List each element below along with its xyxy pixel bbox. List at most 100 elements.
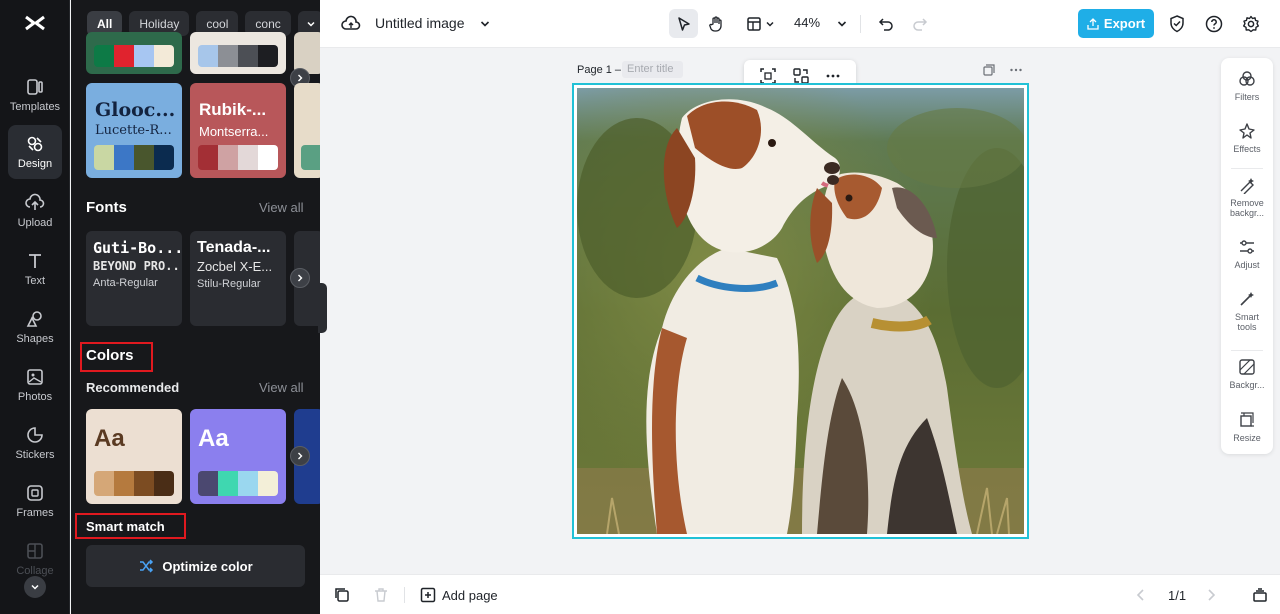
palette-swatches: [198, 471, 278, 496]
cloud-icon: [341, 15, 361, 30]
undo-icon: [878, 18, 893, 31]
chevron-right-icon: [298, 452, 303, 460]
shield-icon: [1170, 15, 1184, 33]
layout-icon: [746, 17, 761, 31]
fonts-view-all-link[interactable]: View all: [259, 200, 304, 215]
palette-card[interactable]: Aa: [190, 409, 286, 504]
previous-page-icon[interactable]: [1135, 588, 1147, 602]
theme-card-partial[interactable]: [190, 32, 286, 74]
palette-swatches: [94, 471, 174, 496]
fonts-heading: Fonts: [86, 199, 127, 216]
zoom-dropdown-button[interactable]: [829, 11, 855, 37]
theme-card[interactable]: Rubik-... Montserra...: [190, 83, 286, 178]
tool-resize[interactable]: Resize: [1221, 411, 1273, 443]
rail-templates[interactable]: Templates: [8, 68, 62, 122]
title-dropdown-button[interactable]: [472, 11, 498, 37]
font-card[interactable]: Tenada-... Zocbel X-E... Stilu-Regular: [190, 231, 286, 326]
export-button[interactable]: Export: [1078, 9, 1154, 38]
tool-background[interactable]: Backgr...: [1221, 358, 1273, 390]
tool-effects[interactable]: Effects: [1221, 122, 1273, 154]
hand-tool-button[interactable]: [704, 11, 730, 37]
font-line-1: Guti-Bo...: [93, 239, 182, 257]
undo-button[interactable]: [873, 11, 899, 37]
magic-eraser-icon: [1240, 178, 1254, 194]
tool-remove-background[interactable]: Remove backgr...: [1221, 176, 1273, 218]
theme-swatches: [198, 145, 278, 170]
settings-button[interactable]: [1238, 11, 1264, 37]
cloud-save-button[interactable]: [338, 11, 364, 37]
tools-divider: [1231, 168, 1263, 169]
theme-card[interactable]: Glooc... Lucette-R...: [86, 83, 182, 178]
export-label: Export: [1103, 16, 1146, 31]
chevron-down-icon: [480, 21, 490, 27]
tool-adjust[interactable]: Adjust: [1221, 238, 1273, 270]
add-page-button[interactable]: Add page: [420, 587, 498, 603]
gear-icon: [1243, 15, 1259, 33]
cursor-icon: [677, 16, 690, 31]
font-line-2: Zocbel X-E...: [197, 259, 273, 274]
rail-label: Stickers: [15, 449, 55, 461]
design-icon: [27, 136, 43, 152]
toolbar-divider: [860, 15, 861, 33]
delete-page-icon[interactable]: [373, 587, 389, 603]
duplicate-page-icon[interactable]: [982, 63, 996, 77]
page-title-input[interactable]: Enter title: [622, 61, 683, 78]
document-title[interactable]: Untitled image: [375, 15, 465, 31]
bottom-divider: [404, 587, 405, 603]
theme-card-partial[interactable]: [294, 83, 320, 178]
page-more-icon[interactable]: [1009, 63, 1023, 77]
theme-card-partial[interactable]: [86, 32, 182, 74]
shield-button[interactable]: [1164, 11, 1190, 37]
dogs-illustration: [577, 88, 1024, 534]
rail-text[interactable]: Text: [8, 242, 62, 296]
capcut-logo[interactable]: [22, 10, 48, 36]
font-card[interactable]: Guti-Bo... BEYOND PRO... Anta-Regular: [86, 231, 182, 326]
tool-label: Backgr...: [1229, 380, 1265, 390]
tool-smart-tools[interactable]: Smart tools: [1221, 290, 1273, 332]
rail-frames[interactable]: Frames: [8, 474, 62, 528]
left-rail: Templates Design Upload Text Shapes Phot…: [0, 0, 70, 614]
font-line-3: Stilu-Regular: [197, 278, 261, 290]
tool-label: Smart tools: [1234, 312, 1259, 332]
page-manager-icon[interactable]: [1252, 587, 1268, 603]
replace-icon[interactable]: [792, 67, 810, 85]
rail-upload[interactable]: Upload: [8, 184, 62, 238]
more-options-icon[interactable]: [825, 68, 841, 84]
rail-label: Upload: [17, 217, 53, 229]
select-tool-button[interactable]: [669, 9, 698, 38]
background-icon: [1239, 359, 1255, 375]
adjust-icon: [1240, 240, 1254, 254]
help-button[interactable]: [1201, 11, 1227, 37]
bottom-bar: Add page 1/1: [320, 574, 1280, 614]
rail-label: Frames: [16, 507, 54, 519]
copy-page-icon[interactable]: [334, 587, 350, 603]
rail-stickers[interactable]: Stickers: [8, 416, 62, 470]
next-page-icon[interactable]: [1205, 588, 1217, 602]
theme-title: Glooc...: [95, 99, 176, 121]
redo-button[interactable]: [907, 11, 933, 37]
dogs-photo[interactable]: [577, 88, 1024, 534]
colors-view-all-link[interactable]: View all: [259, 380, 304, 395]
rail-more-button[interactable]: [24, 576, 46, 598]
templates-icon: [27, 79, 43, 95]
tool-filters[interactable]: Filters: [1221, 70, 1273, 102]
export-icon: [1087, 17, 1099, 30]
optimize-color-label: Optimize color: [162, 558, 253, 574]
tools-divider: [1231, 350, 1263, 351]
panel-collapse-handle[interactable]: [318, 283, 327, 333]
selected-image-frame[interactable]: [572, 83, 1029, 539]
rail-shapes[interactable]: Shapes: [8, 300, 62, 354]
colors-next-button[interactable]: [290, 446, 310, 466]
optimize-color-button[interactable]: Optimize color: [86, 545, 305, 587]
palette-card[interactable]: Aa: [86, 409, 182, 504]
zoom-level[interactable]: 44%: [794, 15, 820, 30]
layout-dropdown-button[interactable]: [740, 11, 780, 37]
rail-photos[interactable]: Photos: [8, 358, 62, 412]
design-panel: All Holiday cool conc Glooc... Lucette-R…: [71, 0, 320, 614]
theme-subtitle: Lucette-R...: [95, 123, 172, 138]
rail-design[interactable]: Design: [8, 125, 62, 179]
page-counter: 1/1: [1168, 588, 1187, 603]
select-area-icon[interactable]: [759, 67, 777, 85]
fonts-next-button[interactable]: [290, 268, 310, 288]
tool-label: Remove backgr...: [1229, 198, 1265, 218]
